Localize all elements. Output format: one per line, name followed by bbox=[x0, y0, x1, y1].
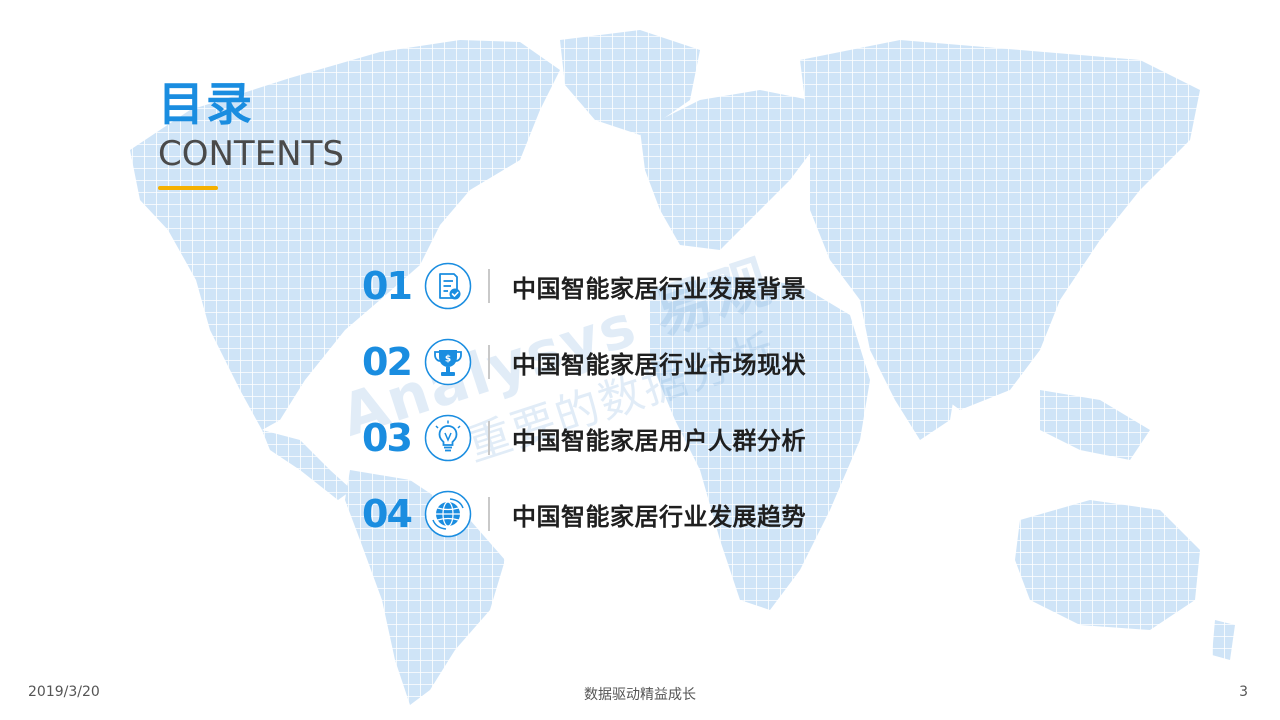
toc-item-4[interactable]: 04 中国智能家居行业发展趋势 bbox=[362, 488, 806, 540]
page-title: 目录 bbox=[158, 77, 254, 131]
page-number: 3 bbox=[1239, 684, 1248, 700]
continent-new-zealand bbox=[1212, 620, 1235, 660]
toc-item-3[interactable]: 03 中国智能家居用户人群分析 bbox=[362, 412, 806, 464]
toc-divider bbox=[488, 497, 490, 531]
continent-southeast-asia bbox=[1040, 390, 1150, 460]
globe-icon bbox=[424, 490, 472, 538]
document-check-icon bbox=[424, 262, 472, 310]
toc-number: 04 bbox=[362, 492, 413, 536]
toc-label: 中国智能家居用户人群分析 bbox=[512, 426, 806, 455]
title-block: 目录 CONTENTS bbox=[158, 76, 344, 190]
toc-divider bbox=[488, 345, 490, 379]
svg-text:$: $ bbox=[445, 355, 451, 365]
toc-divider bbox=[488, 269, 490, 303]
toc-number: 03 bbox=[362, 416, 413, 460]
toc-label: 中国智能家居行业发展背景 bbox=[512, 274, 806, 303]
page-subtitle: CONTENTS bbox=[158, 134, 344, 174]
continent-australia bbox=[1015, 500, 1200, 630]
toc-label: 中国智能家居行业市场现状 bbox=[512, 350, 806, 379]
toc-number: 01 bbox=[362, 264, 413, 308]
table-of-contents: 01 中国智能家居行业发展背景 02 $ 中国智能家居行业市场现状 03 中国智… bbox=[362, 260, 806, 564]
trophy-icon: $ bbox=[424, 338, 472, 386]
toc-divider bbox=[488, 421, 490, 455]
title-underline bbox=[158, 186, 218, 190]
toc-item-1[interactable]: 01 中国智能家居行业发展背景 bbox=[362, 260, 806, 312]
continent-central-america bbox=[262, 430, 352, 500]
toc-number: 02 bbox=[362, 340, 413, 384]
toc-item-2[interactable]: 02 $ 中国智能家居行业市场现状 bbox=[362, 336, 806, 388]
toc-label: 中国智能家居行业发展趋势 bbox=[512, 502, 806, 531]
lightbulb-icon bbox=[424, 414, 472, 462]
footer-slogan: 数据驱动精益成长 bbox=[584, 687, 696, 703]
